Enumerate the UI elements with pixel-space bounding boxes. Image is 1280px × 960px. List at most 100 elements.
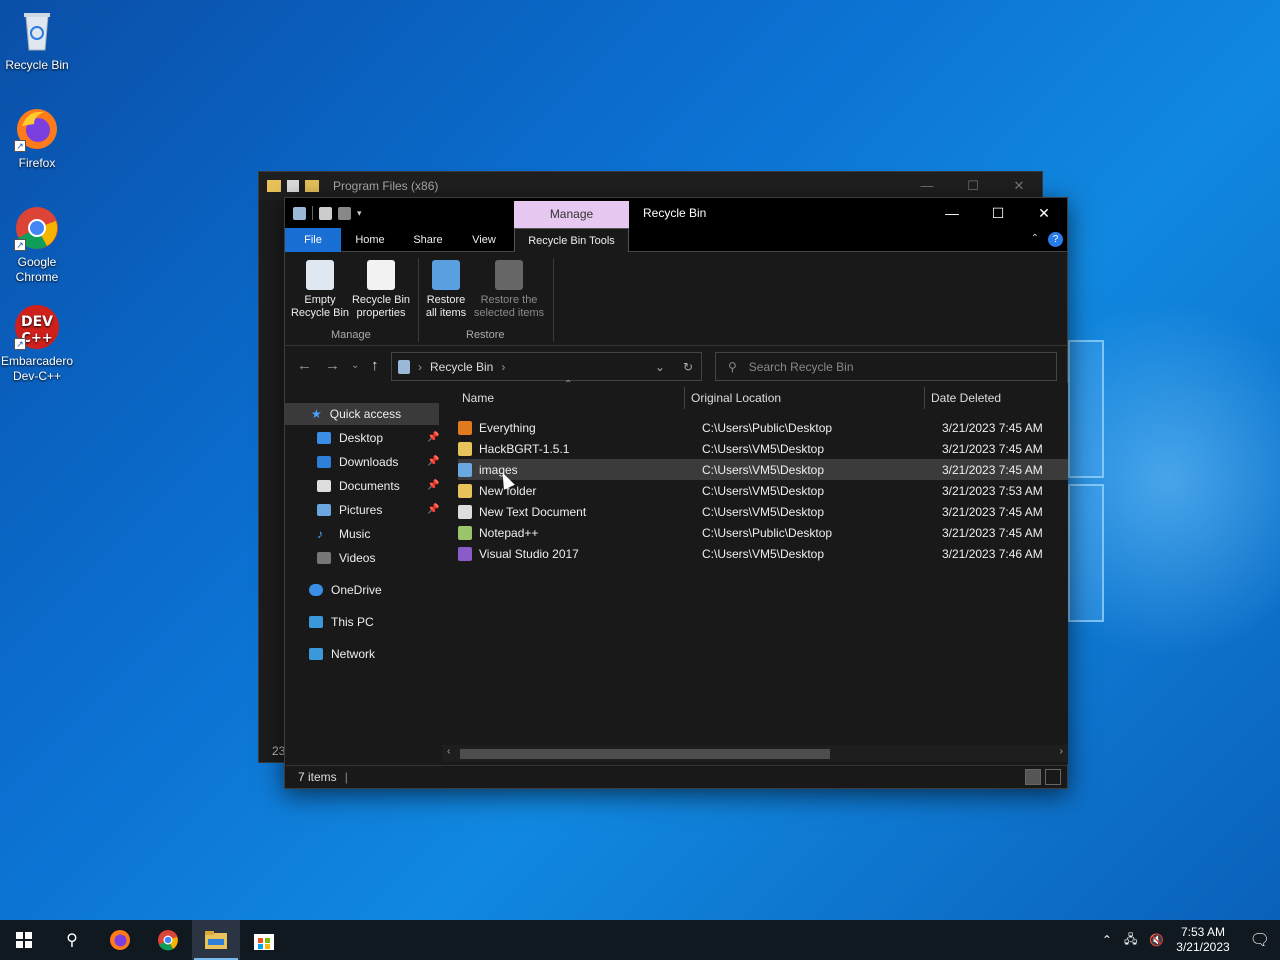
videos-icon — [317, 552, 331, 564]
file-row[interactable]: Notepad++ C:\Users\Public\Desktop 3/21/202… — [458, 522, 1068, 543]
close-icon[interactable]: ✕ — [996, 178, 1042, 194]
nav-network[interactable]: Network — [309, 643, 375, 665]
quick-access-toolbar: ▾ — [285, 206, 362, 220]
folder-icon — [305, 180, 319, 192]
file-name: New Text Document — [479, 504, 587, 519]
scrollbar-thumb[interactable] — [460, 749, 830, 759]
nav-pictures[interactable]: Pictures — [317, 499, 382, 521]
desktop-icon-firefox[interactable]: ↗ Firefox — [0, 106, 74, 171]
recycle-bin-properties-button[interactable]: Recycle Bin properties — [351, 260, 411, 320]
recycle-bin-window[interactable]: ▾ Manage Recycle Bin — ☐ ✕ File Home Sha… — [284, 197, 1068, 789]
scroll-right-icon[interactable]: › — [1060, 746, 1063, 757]
up-arrow-icon[interactable]: ↑ — [371, 357, 379, 374]
breadcrumb-chevron-icon[interactable]: › — [501, 360, 505, 374]
column-header-original-location[interactable]: Original Location — [691, 391, 781, 405]
titlebar[interactable]: ▾ Manage Recycle Bin — ☐ ✕ — [285, 198, 1067, 228]
tab-view[interactable]: View — [459, 228, 509, 252]
taskbar-store[interactable] — [240, 920, 288, 960]
desktop-icon-recycle-bin[interactable]: Recycle Bin — [0, 8, 74, 73]
pin-icon: 📌 — [427, 456, 440, 467]
details-view-icon[interactable] — [1025, 769, 1041, 785]
properties-icon[interactable] — [319, 206, 332, 220]
back-window-titlebar[interactable]: Program Files (x86) — ☐ ✕ — [259, 172, 1042, 200]
empty-recycle-bin-button[interactable]: Empty Recycle Bin — [290, 260, 350, 320]
address-bar[interactable]: › Recycle Bin › ⌄ ↻ — [391, 352, 702, 381]
desktop-icon-chrome[interactable]: ↗ Google Chrome — [0, 205, 74, 285]
tab-recycle-bin-tools[interactable]: Recycle Bin Tools — [514, 228, 629, 253]
horizontal-scrollbar[interactable]: ‹ › — [442, 745, 1068, 762]
column-divider[interactable] — [684, 387, 685, 409]
restore-selected-icon — [495, 260, 523, 290]
manage-context-tab[interactable]: Manage — [514, 201, 629, 228]
everything-icon — [458, 420, 472, 435]
minimize-icon[interactable]: — — [904, 178, 950, 194]
file-row[interactable]: images C:\Users\VM5\Desktop 3/21/2023 7:45… — [458, 459, 1068, 480]
file-row[interactable]: New Text Document C:\Users\VM5\Desktop 3/2… — [458, 501, 1068, 522]
nav-quick-access[interactable]: ★ Quick access — [285, 403, 439, 425]
large-icons-view-icon[interactable] — [1045, 769, 1061, 785]
file-row[interactable]: HackBGRT-1.5.1 C:\Users\VM5\Desktop 3/21/2… — [458, 438, 1068, 459]
desktop-icon-devcpp[interactable]: DEV C++ ↗ Embarcadero Dev-C++ — [0, 304, 74, 384]
notifications-icon[interactable]: 🗨 — [1250, 930, 1270, 950]
nav-onedrive[interactable]: OneDrive — [309, 579, 382, 601]
customize-toolbar-icon[interactable]: ▾ — [357, 208, 362, 219]
breadcrumb-chevron-icon[interactable]: › — [418, 360, 422, 374]
scroll-left-icon[interactable]: ‹ — [447, 746, 450, 757]
windows-logo-pane — [1068, 484, 1104, 622]
file-original-location: C:\Users\VM5\Desktop — [702, 546, 825, 561]
pin-icon: 📌 — [427, 480, 440, 491]
forward-arrow-icon[interactable]: → — [325, 357, 340, 374]
maximize-icon[interactable]: ☐ — [950, 178, 996, 194]
column-divider[interactable] — [924, 387, 925, 409]
music-icon: ♪ — [317, 527, 323, 541]
tab-file[interactable]: File — [285, 228, 341, 252]
file-original-location: C:\Users\VM5\Desktop — [702, 483, 825, 498]
maximize-button[interactable]: ☐ — [975, 198, 1021, 228]
tab-home[interactable]: Home — [345, 228, 395, 252]
nav-music[interactable]: ♪ Music — [317, 523, 370, 545]
collapse-ribbon-icon[interactable]: ⌃ — [1031, 233, 1039, 244]
refresh-icon[interactable]: ↻ — [683, 360, 693, 374]
folder-icon — [205, 931, 227, 949]
nav-label: Videos — [339, 551, 376, 565]
taskbar-firefox[interactable] — [96, 920, 144, 960]
back-arrow-icon[interactable]: ← — [297, 357, 312, 374]
file-original-location: C:\Users\VM5\Desktop — [702, 462, 825, 477]
restore-selected-items-button[interactable]: Restore the selected items — [472, 260, 546, 320]
start-button[interactable] — [0, 920, 48, 960]
minimize-button[interactable]: — — [929, 198, 975, 228]
shortcut-arrow-icon: ↗ — [14, 338, 26, 350]
taskbar-chrome[interactable] — [144, 920, 192, 960]
taskbar-file-explorer[interactable] — [192, 920, 240, 960]
file-original-location: C:\Users\VM5\Desktop — [702, 504, 825, 519]
column-header-date-deleted[interactable]: Date Deleted — [931, 391, 1001, 405]
file-row[interactable]: Visual Studio 2017 C:\Users\VM5\Desktop 3/… — [458, 543, 1068, 564]
recent-locations-icon[interactable]: ⌄ — [351, 360, 359, 371]
taskbar-search-button[interactable]: ⚲ — [48, 920, 96, 960]
nav-desktop[interactable]: Desktop — [317, 427, 383, 449]
network-status-icon[interactable]: 🖧 — [1124, 930, 1137, 951]
column-header-name[interactable]: Name — [462, 391, 494, 405]
button-label: Restore the — [480, 294, 538, 306]
nav-downloads[interactable]: Downloads — [317, 451, 398, 473]
file-row[interactable]: New folder C:\Users\VM5\Desktop 3/21/2023 … — [458, 480, 1068, 501]
tab-share[interactable]: Share — [403, 228, 453, 252]
help-icon[interactable]: ? — [1048, 232, 1063, 247]
volume-muted-icon[interactable]: 🔇 — [1149, 933, 1164, 947]
nav-this-pc[interactable]: This PC — [309, 611, 374, 633]
file-row[interactable]: Everything C:\Users\Public\Desktop 3/21/20… — [458, 417, 1068, 438]
nav-label: Network — [331, 647, 376, 661]
new-folder-icon[interactable] — [338, 206, 351, 220]
restore-all-items-button[interactable]: Restore all items — [416, 260, 476, 320]
file-date-deleted: 3/21/2023 7:45 AM — [942, 525, 1043, 540]
clock[interactable]: 7:53 AM 3/21/2023 — [1176, 925, 1229, 955]
nav-documents[interactable]: Documents — [317, 475, 400, 497]
file-original-location: C:\Users\Public\Desktop — [702, 525, 833, 540]
show-hidden-icons-icon[interactable]: ⌃ — [1102, 933, 1112, 947]
address-dropdown-icon[interactable]: ⌄ — [655, 360, 665, 374]
nav-videos[interactable]: Videos — [317, 547, 375, 569]
close-button[interactable]: ✕ — [1021, 198, 1067, 228]
search-box[interactable]: ⚲ Search Recycle Bin — [715, 352, 1057, 381]
breadcrumb-recycle-bin[interactable]: Recycle Bin — [430, 360, 493, 374]
desktop-icon-label: Firefox — [18, 156, 56, 170]
